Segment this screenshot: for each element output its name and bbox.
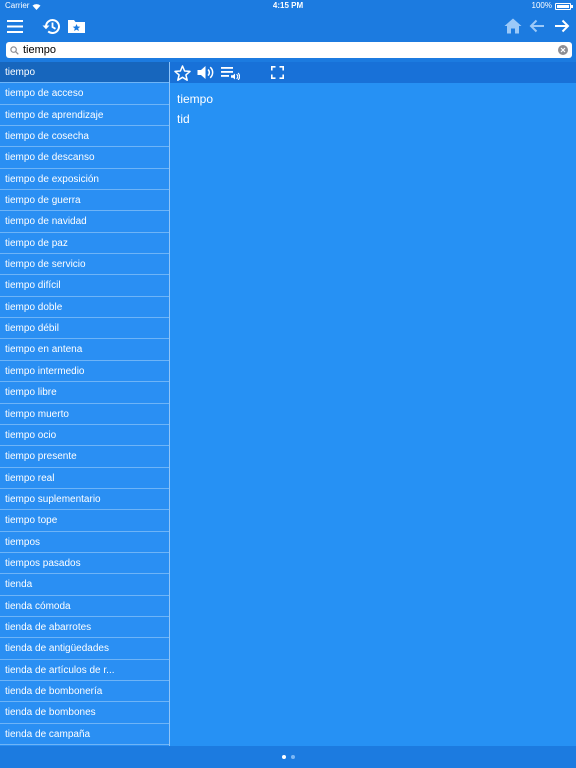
- list-item[interactable]: tiempo difícil: [0, 275, 169, 297]
- battery-group: 100%: [531, 0, 573, 12]
- list-item[interactable]: tienda de abarrotes: [0, 617, 169, 639]
- search-bar: [0, 40, 576, 62]
- list-item[interactable]: tienda de campaña: [0, 724, 169, 745]
- playlist-audio-icon: [221, 66, 240, 80]
- fullscreen-icon: [271, 66, 284, 79]
- back-arrow-icon: [529, 19, 544, 33]
- list-item[interactable]: tienda: [0, 574, 169, 596]
- search-input[interactable]: [23, 43, 558, 57]
- list-item[interactable]: tiempo tope: [0, 510, 169, 532]
- bookmarks-icon: [67, 20, 85, 33]
- list-item[interactable]: tiempos: [0, 532, 169, 553]
- list-item[interactable]: tiempo de servicio: [0, 254, 169, 276]
- list-item[interactable]: tiempo suplementario: [0, 489, 169, 511]
- list-item[interactable]: tienda de bombones: [0, 702, 169, 724]
- clear-icon: [560, 47, 566, 53]
- list-item[interactable]: tiempo de paz: [0, 233, 169, 255]
- list-item[interactable]: tiempo libre: [0, 382, 169, 404]
- star-icon: [174, 64, 191, 81]
- list-item[interactable]: tiempo presente: [0, 446, 169, 468]
- list-item[interactable]: tiempo ocio: [0, 425, 169, 447]
- history-icon: [42, 18, 60, 34]
- fullscreen-button[interactable]: [271, 62, 284, 83]
- home-icon: [504, 18, 522, 34]
- list-item[interactable]: tiempo en antena: [0, 339, 169, 361]
- list-item[interactable]: tienda de antigüedades: [0, 638, 169, 660]
- list-item[interactable]: tiempo de aprendizaje: [0, 105, 169, 127]
- list-item[interactable]: tiempo de navidad: [0, 211, 169, 233]
- home-button[interactable]: [503, 12, 523, 40]
- history-button[interactable]: [41, 12, 61, 40]
- list-item[interactable]: tiempo doble: [0, 297, 169, 319]
- favorite-button[interactable]: [174, 62, 191, 83]
- forward-arrow-icon: [555, 19, 570, 33]
- entry-translation: tid: [177, 112, 190, 126]
- entry-headword: tiempo: [177, 92, 214, 106]
- battery-icon: [555, 2, 573, 10]
- menu-button[interactable]: [5, 12, 25, 40]
- list-item[interactable]: tiempo débil: [0, 318, 169, 340]
- list-item[interactable]: tiempo de acceso: [0, 83, 169, 105]
- bookmarks-button[interactable]: [67, 12, 85, 40]
- list-item[interactable]: tiempo intermedio: [0, 361, 169, 383]
- menu-icon: [7, 19, 23, 33]
- battery-percent: 100%: [531, 1, 552, 10]
- dictionary-entry: tiempo tid: [177, 92, 213, 126]
- play-list-button[interactable]: [221, 62, 240, 83]
- list-item[interactable]: tiempo de cosecha: [0, 126, 169, 148]
- list-item[interactable]: tiempo de descanso: [0, 147, 169, 169]
- search-field[interactable]: [6, 42, 572, 58]
- list-item[interactable]: tiempo: [0, 62, 169, 84]
- nav-bar: [0, 12, 576, 40]
- list-item[interactable]: tiempo de exposición: [0, 169, 169, 191]
- list-item[interactable]: tienda cómoda: [0, 596, 169, 617]
- list-item[interactable]: tiempo real: [0, 468, 169, 489]
- page-dot[interactable]: [290, 755, 295, 759]
- definition-pane: tiempo tid: [170, 62, 576, 746]
- list-item[interactable]: tiempo muerto: [0, 404, 169, 425]
- forward-button[interactable]: [553, 12, 571, 40]
- page-indicator: [0, 746, 576, 768]
- list-item[interactable]: tienda de bombonería: [0, 681, 169, 703]
- page-dot[interactable]: [281, 755, 286, 759]
- definition-toolbar: [170, 62, 576, 83]
- speaker-icon: [197, 66, 214, 79]
- status-time: 4:15 PM: [272, 1, 304, 10]
- list-item[interactable]: tienda de artículos de r...: [0, 660, 169, 681]
- back-button[interactable]: [528, 12, 546, 40]
- pronounce-button[interactable]: [197, 62, 214, 83]
- status-bar: Carrier 4:15 PM 100%: [0, 0, 576, 12]
- word-list: tiempo tiempo de acceso tiempo de aprendiz…: [0, 62, 169, 746]
- list-item[interactable]: tiempo de guerra: [0, 190, 169, 212]
- clear-search-button[interactable]: [558, 45, 568, 55]
- search-icon: [10, 45, 19, 55]
- list-item[interactable]: tiempos pasados: [0, 553, 169, 575]
